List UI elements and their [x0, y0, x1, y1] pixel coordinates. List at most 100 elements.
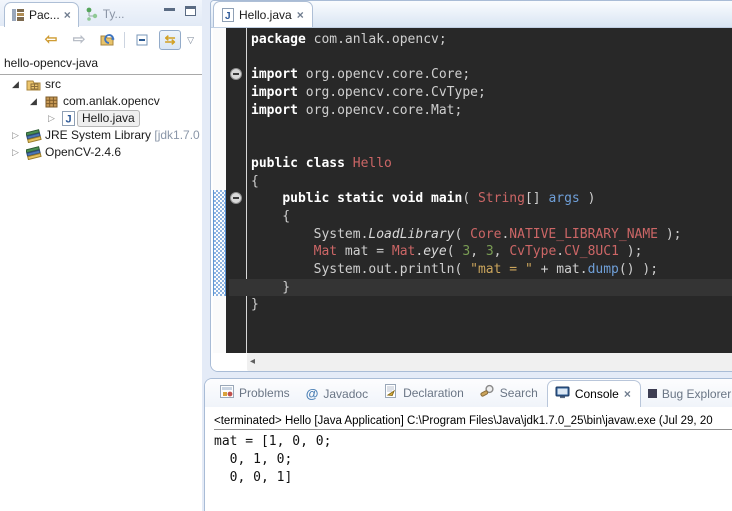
- code-token: );: [619, 244, 642, 259]
- minimize-icon[interactable]: [164, 8, 175, 17]
- view-tab-declaration[interactable]: Declaration: [377, 379, 473, 407]
- package-explorer-panel: Pac... × Ty... ⇦ ⇨ ⇆: [0, 0, 202, 511]
- code-line[interactable]: System.LoadLibrary( Core.NATIVE_LIBRARY_…: [251, 226, 732, 244]
- type-hierarchy-icon: [85, 7, 99, 21]
- go-up-button[interactable]: [96, 30, 118, 50]
- console-output[interactable]: mat = [1, 0, 0; 0, 1, 0; 0, 0, 1]: [214, 433, 732, 487]
- code-token: (: [462, 191, 478, 206]
- toolbar-separator: [124, 32, 125, 48]
- explorer-tabrow: Pac... × Ty...: [0, 0, 202, 27]
- code-token: dump: [588, 262, 619, 277]
- view-tab-label: Problems: [239, 386, 290, 400]
- view-tab-javadoc[interactable]: @Javadoc: [299, 381, 377, 407]
- code-line[interactable]: [251, 119, 732, 137]
- problems-icon: [220, 385, 234, 401]
- back-button[interactable]: ⇦: [40, 30, 62, 50]
- console-icon: [555, 386, 570, 402]
- source-folder-icon: [26, 77, 41, 92]
- code-line[interactable]: import org.opencv.core.CvType;: [251, 84, 732, 102]
- code-token: LoadLibrary: [368, 227, 454, 242]
- code-line[interactable]: Mat mat = Mat.eye( 3, 3, CvType.CV_8UC1 …: [251, 243, 732, 261]
- code-line[interactable]: import org.opencv.core.Core;: [251, 66, 732, 84]
- editor-left-ruler[interactable]: [213, 28, 226, 353]
- collapse-all-button[interactable]: [131, 30, 153, 50]
- view-tab-problems[interactable]: Problems: [213, 380, 299, 407]
- tree-row-jre-system-library[interactable]: ▷ JRE System Library [jdk1.7.0: [0, 127, 202, 144]
- close-icon[interactable]: ×: [297, 8, 304, 22]
- java-file-icon: J: [222, 8, 234, 22]
- hscroll-track[interactable]: ◂: [247, 353, 732, 371]
- tree-row-opencv-2-4-6[interactable]: ▷OpenCV-2.4.6: [0, 144, 202, 161]
- code-token: {: [251, 174, 259, 189]
- code-token: []: [525, 191, 548, 206]
- link-with-editor-icon: ⇆: [165, 32, 176, 48]
- tree-separator: [0, 74, 202, 75]
- expanded-arrow-icon[interactable]: ◢: [12, 76, 19, 93]
- view-tab-console[interactable]: Console×: [547, 380, 641, 407]
- code-line[interactable]: public class Hello: [251, 155, 732, 173]
- code-line[interactable]: public static void main( String[] args ): [251, 190, 732, 208]
- code-line[interactable]: [251, 137, 732, 155]
- bottom-view-panel: Problems @JavadocDeclarationSearchConsole…: [204, 378, 732, 511]
- editor-fold-gutter[interactable]: [226, 28, 247, 353]
- console-output-line: 0, 1, 0;: [214, 451, 732, 469]
- scroll-left-icon[interactable]: ◂: [250, 356, 255, 367]
- code-line[interactable]: package com.anlak.opencv;: [251, 31, 732, 49]
- code-token: {: [251, 209, 290, 224]
- view-menu-icon[interactable]: ▽: [187, 35, 194, 46]
- bottom-tabbar: Problems @JavadocDeclarationSearchConsole…: [205, 379, 732, 407]
- svg-text:J: J: [66, 114, 72, 126]
- fold-collapse-icon[interactable]: [230, 192, 242, 204]
- tree-item-label: JRE System Library [jdk1.7.0: [45, 127, 200, 144]
- code-line[interactable]: {: [251, 173, 732, 191]
- code-line[interactable]: }: [229, 279, 732, 297]
- collapse-all-icon: [135, 33, 149, 47]
- editor-tab-hello-java[interactable]: J Hello.java ×: [213, 1, 313, 27]
- expanded-arrow-icon[interactable]: ◢: [30, 93, 37, 110]
- code-area[interactable]: package com.anlak.opencv; import org.ope…: [248, 28, 732, 353]
- code-token: Mat: [392, 244, 415, 259]
- code-token: (: [447, 244, 463, 259]
- close-icon[interactable]: ×: [624, 387, 631, 401]
- tree-row-project[interactable]: hello-opencv-java: [0, 55, 202, 72]
- close-icon[interactable]: ×: [64, 8, 71, 22]
- code-token: "mat = ": [470, 262, 533, 277]
- tree-row-com-anlak-opencv[interactable]: ◢ com.anlak.opencv: [0, 93, 202, 110]
- view-tab-search[interactable]: Search: [473, 379, 547, 407]
- tree-row-src[interactable]: ◢src: [0, 76, 202, 93]
- tab-label: Pac...: [29, 8, 60, 22]
- code-token: public static void main: [282, 191, 462, 206]
- view-tab-bug-explorer[interactable]: Bug Explorer: [641, 382, 732, 407]
- code-line[interactable]: }: [251, 296, 732, 314]
- project-root-label: hello-opencv-java: [4, 55, 98, 72]
- editor-hscrollbar[interactable]: ◂: [211, 353, 732, 371]
- code-token: 3: [462, 244, 470, 259]
- tree-item-label: Hello.java: [77, 110, 140, 127]
- code-token: }: [251, 297, 259, 312]
- tree-item-label: com.anlak.opencv: [63, 93, 160, 110]
- tab-label: Ty...: [103, 7, 125, 21]
- editor-body: package com.anlak.opencv; import org.ope…: [211, 28, 732, 353]
- code-line[interactable]: System.out.println( "mat = " + mat.dump(…: [251, 261, 732, 279]
- collapsed-arrow-icon[interactable]: ▷: [12, 127, 19, 144]
- code-token: NATIVE_LIBRARY_NAME: [509, 227, 658, 242]
- method-range-indicator: [213, 190, 226, 296]
- code-token: [251, 244, 314, 259]
- search-icon: [480, 384, 495, 401]
- tree-row-hello-java[interactable]: ▷ J Hello.java: [0, 110, 202, 127]
- link-with-editor-button[interactable]: ⇆: [159, 30, 181, 50]
- fold-collapse-icon[interactable]: [230, 68, 242, 80]
- collapsed-arrow-icon[interactable]: ▷: [12, 144, 19, 161]
- tab-package-explorer[interactable]: Pac... ×: [4, 2, 79, 27]
- forward-button[interactable]: ⇨: [68, 30, 90, 50]
- collapsed-arrow-icon[interactable]: ▷: [48, 110, 55, 127]
- code-token: Hello: [353, 156, 392, 171]
- console-output-line: 0, 0, 1]: [214, 469, 732, 487]
- code-line[interactable]: {: [251, 208, 732, 226]
- code-token: package: [251, 32, 306, 47]
- maximize-icon[interactable]: [185, 6, 196, 16]
- code-token: ): [580, 191, 596, 206]
- tab-type-hierarchy[interactable]: Ty...: [79, 2, 132, 27]
- code-line[interactable]: import org.opencv.core.Mat;: [251, 102, 732, 120]
- code-line[interactable]: [251, 49, 732, 67]
